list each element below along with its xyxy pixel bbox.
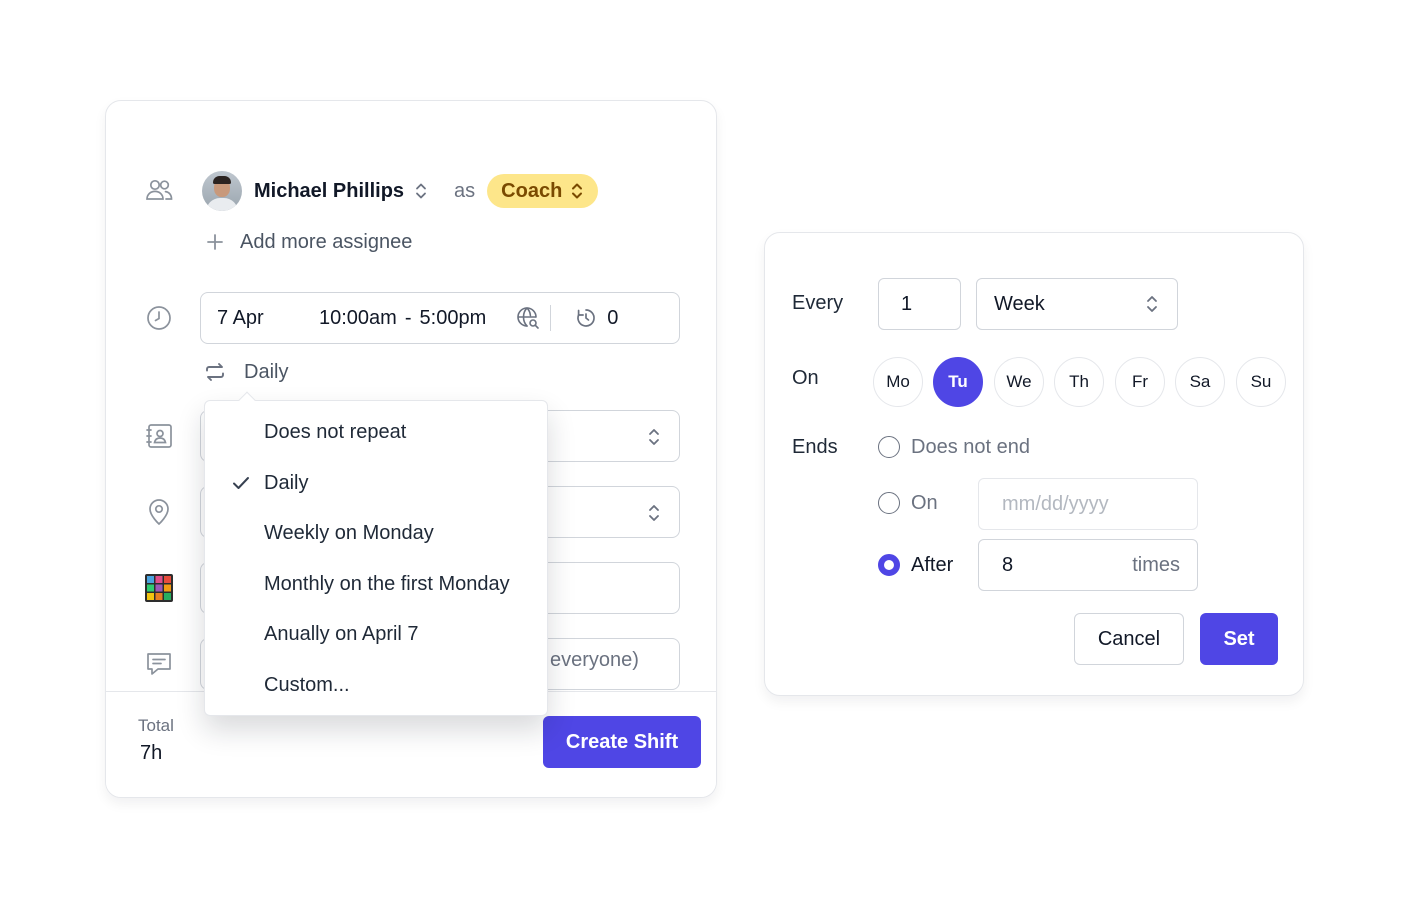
interval-unit-select[interactable]: Week: [976, 278, 1178, 330]
create-shift-button[interactable]: Create Shift: [543, 716, 701, 768]
chevron-updown-icon: [649, 505, 659, 521]
chat-icon: [142, 647, 176, 681]
people-icon: [142, 173, 176, 207]
ends-after-radio[interactable]: [878, 554, 900, 576]
option-label: Anually on April 7: [264, 622, 419, 645]
shift-date[interactable]: 7 Apr: [217, 307, 319, 330]
set-button[interactable]: Set: [1200, 613, 1278, 665]
day-toggle-fr[interactable]: Fr: [1115, 357, 1165, 407]
ends-label: Ends: [792, 436, 838, 458]
chevron-updown-icon[interactable]: [414, 182, 428, 200]
custom-recurrence-card: Every Week On Mo Tu We Th Fr Sa Su Ends …: [764, 232, 1304, 696]
option-label: Does not repeat: [264, 420, 407, 443]
time-separator: -: [404, 306, 412, 329]
day-toggle-sa[interactable]: Sa: [1175, 357, 1225, 407]
option-label: Daily: [264, 471, 309, 494]
break-minutes[interactable]: 0: [607, 307, 618, 330]
repeat-option-does-not-repeat[interactable]: Does not repeat: [205, 412, 547, 452]
assignee-row: Michael Phillips as Coach: [202, 171, 599, 211]
repeat-current-label: Daily: [244, 360, 289, 383]
total-label: Total: [138, 716, 174, 735]
shift-start-time[interactable]: 10:00am: [319, 307, 397, 330]
chevron-updown-icon: [572, 183, 583, 199]
avatar[interactable]: [202, 171, 242, 211]
plus-icon: [207, 234, 223, 250]
shift-time-field[interactable]: 7 Apr 10:00am - 5:00pm 0: [200, 292, 680, 344]
chevron-updown-icon: [1147, 296, 1157, 312]
contact-card-icon: [142, 419, 176, 453]
add-assignee-label: Add more assignee: [240, 230, 413, 253]
role-label: Coach: [501, 179, 563, 202]
note-placeholder: everyone): [550, 649, 639, 671]
timer-icon[interactable]: [575, 307, 597, 329]
location-pin-icon: [142, 495, 176, 529]
ends-on-label[interactable]: On: [911, 492, 938, 515]
option-label: Weekly on Monday: [264, 521, 434, 544]
ends-after-count-input[interactable]: [979, 540, 1099, 590]
day-toggle-tu[interactable]: Tu: [933, 357, 983, 407]
ends-on-date-input[interactable]: [978, 478, 1198, 530]
ends-on-radio[interactable]: [878, 492, 900, 514]
repeat-option-monthly[interactable]: Monthly on the first Monday: [205, 564, 547, 604]
color-grid-icon[interactable]: [142, 571, 176, 605]
day-toggle-mo[interactable]: Mo: [873, 357, 923, 407]
chevron-updown-icon: [649, 429, 659, 445]
ends-after-field[interactable]: times: [978, 539, 1198, 591]
divider: [550, 305, 552, 331]
ends-never-radio[interactable]: [878, 436, 900, 458]
role-select[interactable]: Coach: [487, 174, 599, 208]
repeat-trigger[interactable]: Daily: [204, 358, 288, 386]
every-interval-input[interactable]: [878, 278, 961, 330]
clock-icon: [142, 301, 176, 335]
every-label: Every: [792, 292, 844, 314]
as-label: as: [454, 179, 476, 202]
repeat-option-daily[interactable]: Daily: [205, 463, 547, 503]
option-label: Custom...: [264, 673, 350, 696]
interval-unit-value: Week: [994, 292, 1045, 315]
assignee-name[interactable]: Michael Phillips: [254, 180, 404, 203]
add-assignee-button[interactable]: Add more assignee: [206, 229, 412, 255]
option-label: Monthly on the first Monday: [264, 572, 510, 595]
repeat-option-annually[interactable]: Anually on April 7: [205, 614, 547, 654]
timezone-search-icon[interactable]: [516, 306, 540, 330]
shift-end-time[interactable]: 5:00pm: [420, 307, 487, 330]
day-toggle-su[interactable]: Su: [1236, 357, 1286, 407]
total-value: 7h: [140, 742, 163, 764]
ends-after-suffix: times: [1132, 554, 1180, 576]
repeat-option-weekly[interactable]: Weekly on Monday: [205, 513, 547, 553]
check-icon: [233, 477, 249, 489]
ends-after-label[interactable]: After: [911, 554, 953, 577]
ends-never-label[interactable]: Does not end: [911, 436, 1030, 459]
day-toggle-we[interactable]: We: [994, 357, 1044, 407]
repeat-icon: [206, 363, 224, 381]
on-label: On: [792, 367, 819, 389]
repeat-option-custom[interactable]: Custom...: [205, 665, 547, 705]
repeat-dropdown: Does not repeat Daily Weekly on Monday M…: [204, 391, 548, 716]
day-toggle-th[interactable]: Th: [1054, 357, 1104, 407]
cancel-button[interactable]: Cancel: [1074, 613, 1184, 665]
